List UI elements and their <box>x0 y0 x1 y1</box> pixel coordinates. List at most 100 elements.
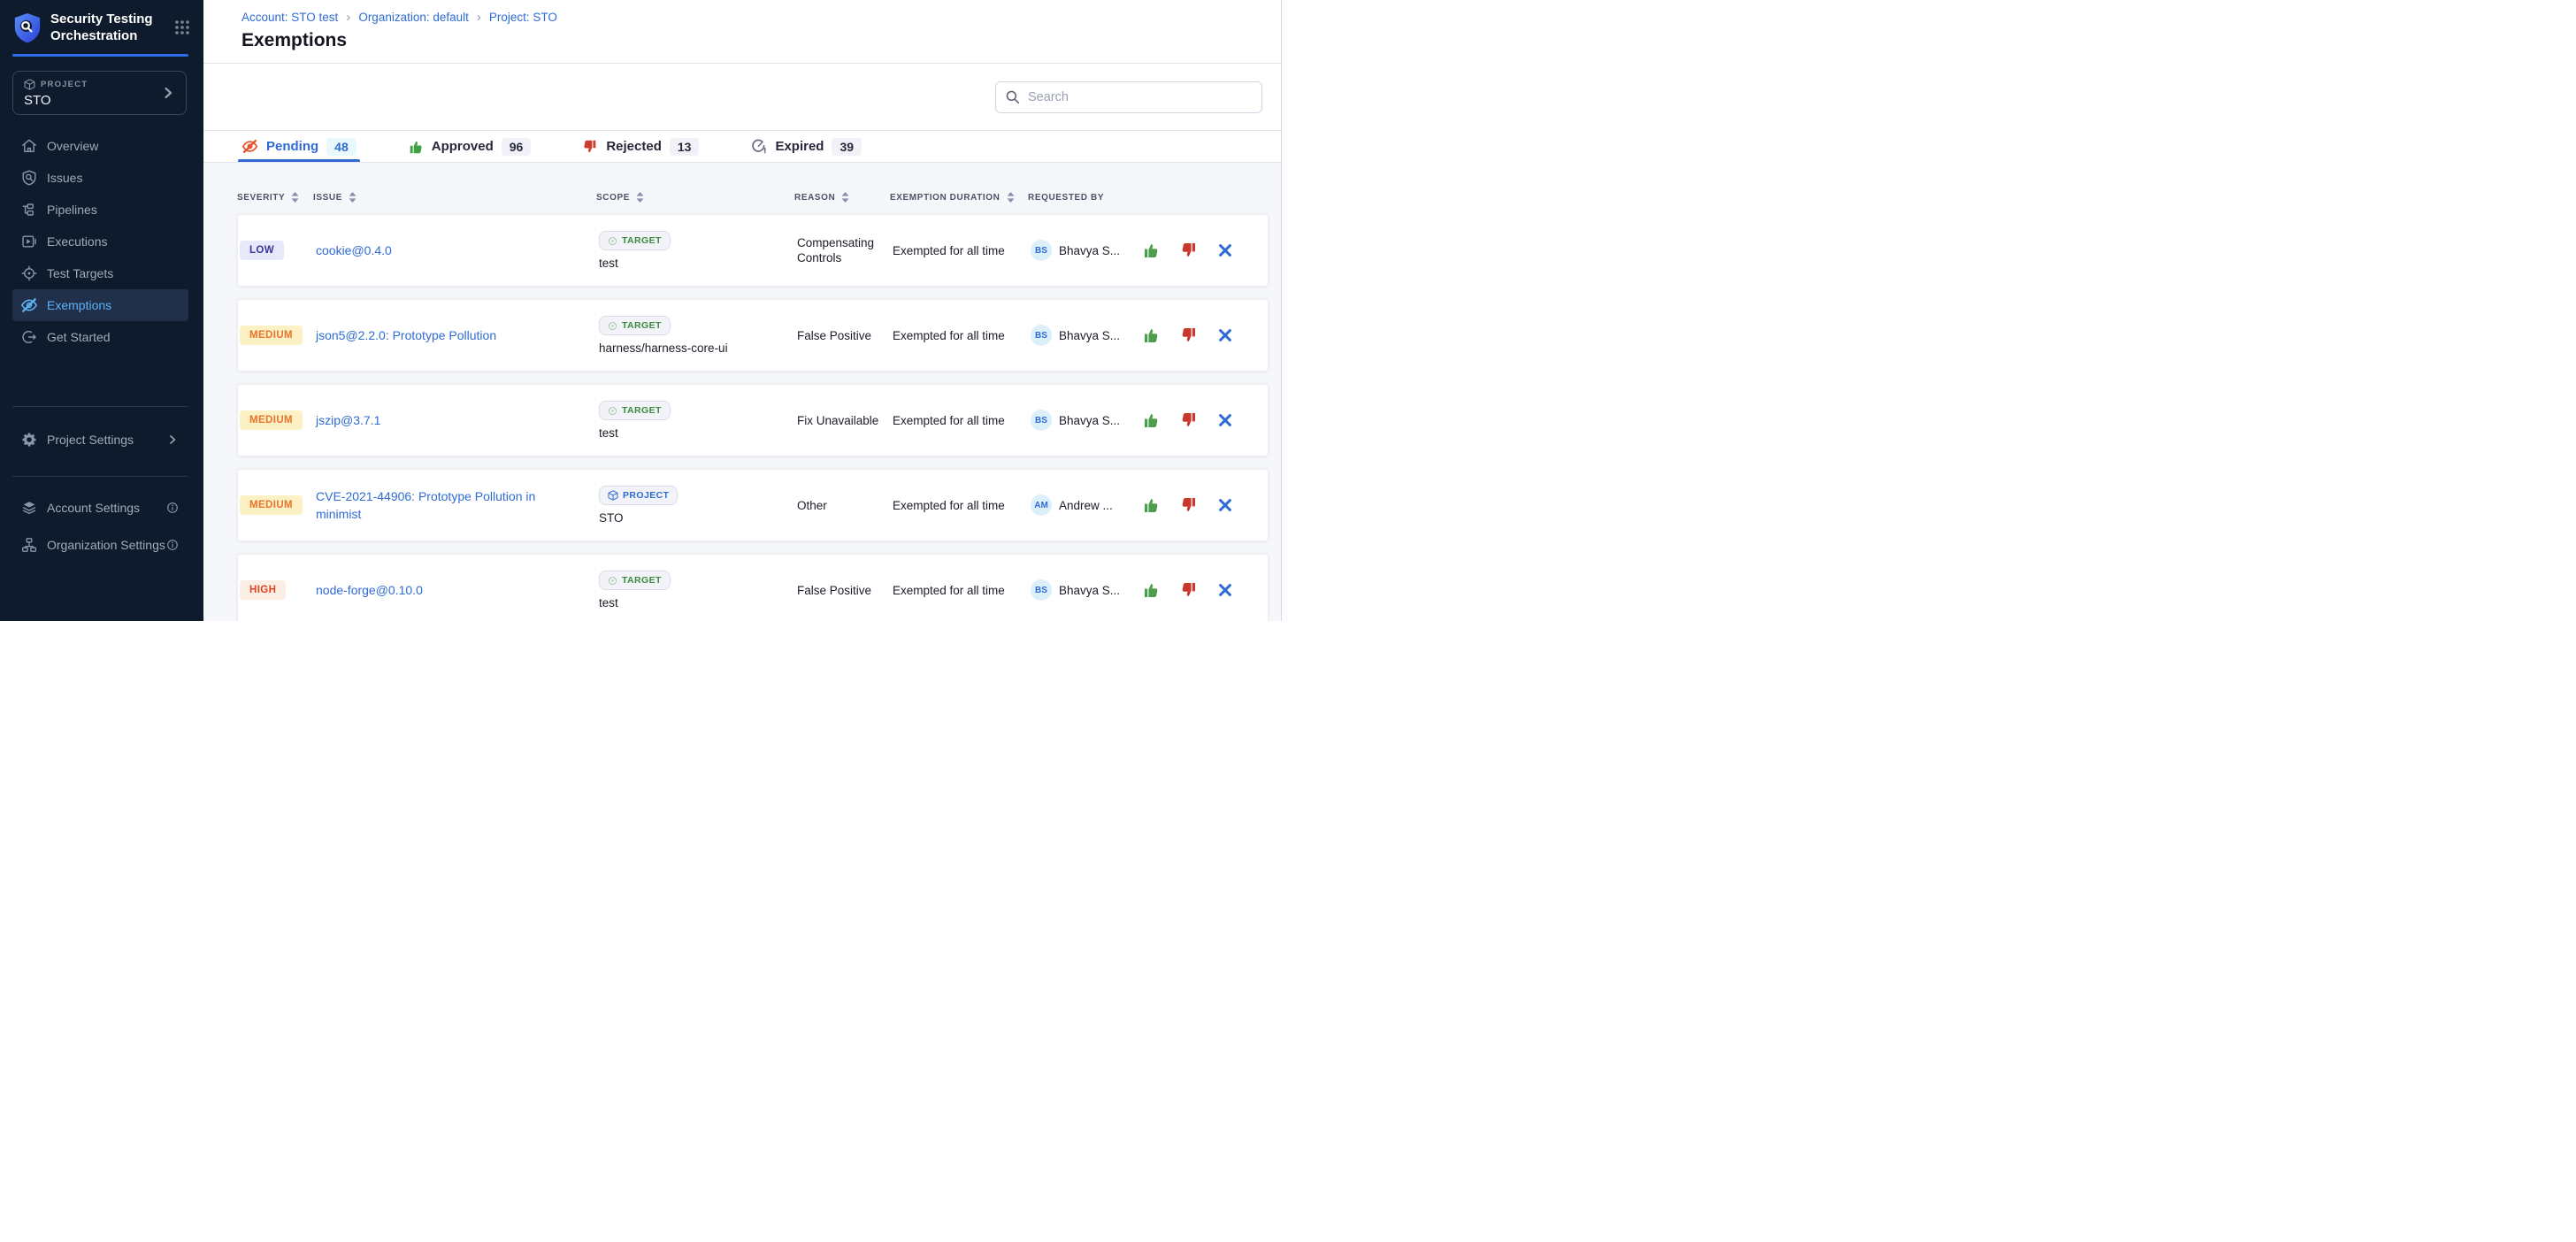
reason-text: False Positive <box>797 328 893 343</box>
layers-icon <box>20 499 38 517</box>
sidebar-item-pipelines[interactable]: Pipelines <box>12 194 188 226</box>
cancel-exemption-button[interactable] <box>1218 498 1232 512</box>
scope-type-label: TARGET <box>622 575 662 586</box>
sidebar-item-issues[interactable]: Issues <box>12 162 188 194</box>
approve-button[interactable] <box>1142 496 1160 514</box>
issue-link[interactable]: node-forge@0.10.0 <box>316 581 453 599</box>
column-header-exemption-duration[interactable]: EXEMPTION DURATION <box>890 191 1028 203</box>
sort-icon[interactable] <box>1007 191 1015 203</box>
sidebar-item-label: Organization Settings <box>47 538 165 552</box>
cancel-exemption-button[interactable] <box>1218 583 1232 597</box>
close-icon <box>1218 328 1232 342</box>
scope-name: STO <box>599 511 624 525</box>
approve-button[interactable] <box>1142 326 1160 344</box>
reject-button[interactable] <box>1180 326 1198 344</box>
scope-type-label: PROJECT <box>623 490 669 501</box>
column-header-scope[interactable]: SCOPE <box>596 191 794 203</box>
requester-name: Bhavya S... <box>1059 414 1120 427</box>
column-header-issue[interactable]: ISSUE <box>313 191 596 203</box>
sidebar-item-executions[interactable]: Executions <box>12 226 188 257</box>
reject-button[interactable] <box>1180 496 1198 514</box>
cancel-exemption-button[interactable] <box>1218 243 1232 257</box>
requester-name: Bhavya S... <box>1059 244 1120 257</box>
tab-label: Expired <box>775 139 824 154</box>
sidebar-item-get-started[interactable]: Get Started <box>12 321 188 353</box>
scope-badge: TARGET <box>599 316 671 335</box>
module-grid-icon[interactable] <box>173 19 191 36</box>
approve-button[interactable] <box>1142 411 1160 429</box>
column-header-severity[interactable]: SEVERITY <box>237 191 313 203</box>
tab-expired[interactable]: Expired 39 <box>750 131 862 162</box>
search-input[interactable] <box>995 81 1262 113</box>
tab-label: Approved <box>432 139 494 154</box>
sort-icon[interactable] <box>841 191 849 203</box>
thumbs-up-icon <box>1142 326 1160 344</box>
approve-button[interactable] <box>1142 242 1160 259</box>
table-header-row: SEVERITY ISSUE SCOPE REASON EXEMPTION DU… <box>237 191 1269 203</box>
column-header-reason[interactable]: REASON <box>794 191 890 203</box>
sort-icon[interactable] <box>291 191 299 203</box>
info-icon[interactable] <box>165 501 180 515</box>
thumbs-up-icon <box>1142 496 1160 514</box>
scope-badge: TARGET <box>599 571 671 590</box>
search-icon <box>1005 89 1021 110</box>
sort-icon[interactable] <box>349 191 356 203</box>
page-title: Exemptions <box>242 30 1288 51</box>
sidebar-item-organization-settings[interactable]: Organization Settings <box>12 529 188 561</box>
breadcrumb-account[interactable]: Account: STO test <box>242 11 338 24</box>
avatar: AM <box>1031 494 1052 516</box>
thumbs-down-icon <box>1180 581 1198 599</box>
get-started-icon <box>20 328 38 346</box>
avatar: BS <box>1031 579 1052 601</box>
scope-type-label: TARGET <box>622 235 662 246</box>
severity-badge: MEDIUM <box>240 326 303 345</box>
info-icon[interactable] <box>165 538 180 552</box>
scope-name: harness/harness-core-ui <box>599 341 728 355</box>
sidebar-divider <box>12 476 188 477</box>
sidebar-item-test-targets[interactable]: Test Targets <box>12 257 188 289</box>
thumbs-up-icon <box>408 139 424 155</box>
issue-link[interactable]: cookie@0.4.0 <box>316 242 422 259</box>
severity-badge: MEDIUM <box>240 495 303 515</box>
pipelines-icon <box>20 201 38 218</box>
sidebar-item-label: Overview <box>47 139 98 153</box>
issue-link[interactable]: jszip@3.7.1 <box>316 411 410 429</box>
tab-pending[interactable]: Pending 48 <box>242 131 356 162</box>
thumbs-down-icon <box>582 139 598 155</box>
vertical-scrollbar[interactable] <box>1281 0 1288 621</box>
sidebar-item-account-settings[interactable]: Account Settings <box>12 492 188 524</box>
page-header: Account: STO test › Organization: defaul… <box>203 0 1288 64</box>
tab-approved[interactable]: Approved 96 <box>408 131 532 162</box>
cancel-exemption-button[interactable] <box>1218 413 1232 427</box>
reason-text: Other <box>797 498 893 513</box>
sidebar-item-overview[interactable]: Overview <box>12 130 188 162</box>
tab-rejected[interactable]: Rejected 13 <box>582 131 699 162</box>
sidebar-item-label: Executions <box>47 234 107 249</box>
issue-link[interactable]: CVE-2021-44906: Prototype Pollution in m… <box>316 487 599 523</box>
reason-text: False Positive <box>797 583 893 598</box>
sidebar-item-exemptions[interactable]: Exemptions <box>12 289 188 321</box>
column-header-requested-by: REQUESTED BY <box>1028 193 1139 203</box>
sort-icon[interactable] <box>636 191 644 203</box>
sidebar-item-project-settings[interactable]: Project Settings <box>12 424 188 456</box>
reject-button[interactable] <box>1180 581 1198 599</box>
breadcrumb-organization[interactable]: Organization: default <box>358 11 469 24</box>
reject-button[interactable] <box>1180 411 1198 429</box>
home-icon <box>20 137 38 155</box>
project-selector[interactable]: PROJECT STO <box>12 71 187 115</box>
avatar: BS <box>1031 410 1052 431</box>
eye-off-icon <box>20 296 38 314</box>
org-chart-icon <box>20 536 38 554</box>
cancel-exemption-button[interactable] <box>1218 328 1232 342</box>
thumbs-up-icon <box>1142 581 1160 599</box>
sidebar-item-label: Pipelines <box>47 203 97 217</box>
exemption-duration-text: Exempted for all time <box>893 413 1031 428</box>
reject-button[interactable] <box>1180 242 1198 259</box>
avatar: BS <box>1031 240 1052 261</box>
requested-by: BS Bhavya S... <box>1031 410 1142 431</box>
approve-button[interactable] <box>1142 581 1160 599</box>
breadcrumb-project[interactable]: Project: STO <box>489 11 557 24</box>
eye-off-icon <box>242 138 258 155</box>
issue-link[interactable]: json5@2.2.0: Prototype Pollution <box>316 326 526 344</box>
exemption-duration-text: Exempted for all time <box>893 498 1031 513</box>
